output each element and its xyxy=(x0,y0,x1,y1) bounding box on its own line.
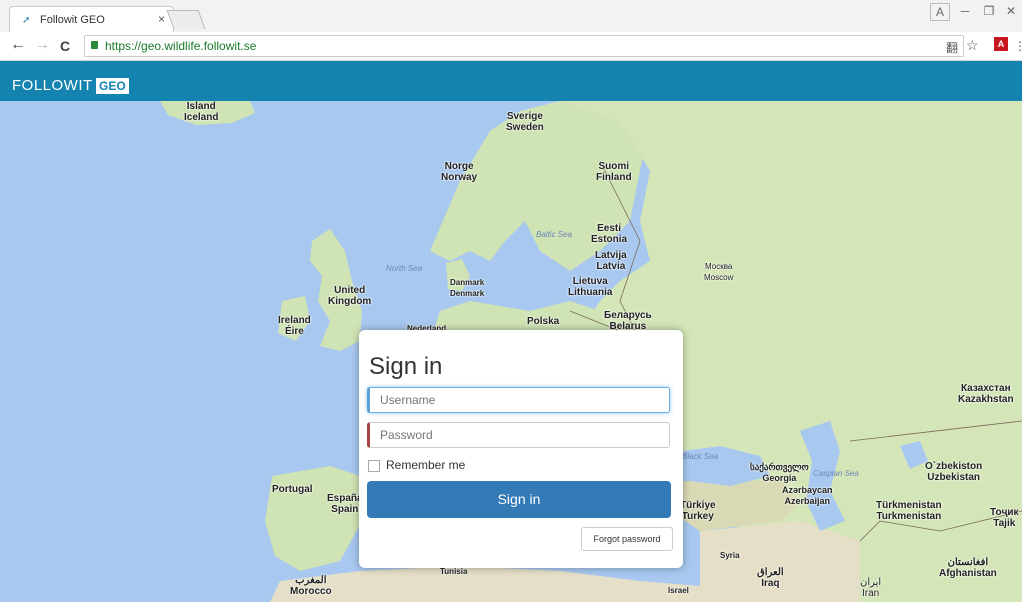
translate-icon[interactable]: 翻 xyxy=(946,39,958,56)
logo-text: FOLLOWIT xyxy=(12,77,93,94)
sea-label: Caspian Sea xyxy=(813,469,859,478)
sign-in-button[interactable]: Sign in xyxy=(367,481,671,518)
remember-me[interactable]: Remember me xyxy=(368,458,465,472)
restore-icon[interactable]: ❐ xyxy=(980,3,998,19)
country-label: Ísland Iceland xyxy=(184,101,219,123)
country-label: O`zbekiston Uzbekistan xyxy=(925,461,983,483)
reload-icon[interactable]: C xyxy=(60,38,70,54)
country-label: Suomi Finland xyxy=(596,161,632,183)
country-label: საქართველო Georgia xyxy=(750,462,809,483)
logo-badge: GEO xyxy=(96,78,129,94)
tab-title: Followit GEO xyxy=(40,14,105,26)
country-label: افغانستان Afghanistan xyxy=(939,557,997,579)
country-label: Latvija Latvia xyxy=(595,250,627,272)
minimize-icon[interactable]: ─ xyxy=(956,3,974,19)
country-label: Portugal xyxy=(272,484,313,495)
remember-me-checkbox[interactable] xyxy=(368,459,380,472)
sea-label: North Sea xyxy=(386,264,423,273)
profile-button[interactable]: A xyxy=(930,3,950,21)
country-label: Norge Norway xyxy=(441,161,478,183)
tab-close-icon[interactable]: × xyxy=(158,12,165,26)
country-label: Eesti Estonia xyxy=(591,223,628,245)
forgot-password-button[interactable]: Forgot password xyxy=(581,527,673,551)
new-tab-button[interactable] xyxy=(166,10,206,29)
lock-icon xyxy=(91,41,98,49)
city-label: Москва Moscow xyxy=(704,262,734,282)
followit-favicon-icon: ➚ xyxy=(22,15,31,26)
sign-in-title: Sign in xyxy=(369,353,443,380)
remember-me-label: Remember me xyxy=(386,458,466,472)
forward-icon[interactable]: → xyxy=(34,36,50,54)
country-label: ایران Iran xyxy=(860,577,882,599)
country-label: المغرب Morocco xyxy=(290,575,332,597)
back-icon[interactable]: ← xyxy=(10,36,26,54)
close-window-icon[interactable]: ✕ xyxy=(1004,3,1018,19)
country-label: España Spain xyxy=(327,493,363,515)
browser-tab[interactable]: ➚ Followit GEO × xyxy=(9,6,174,33)
country-label: Sverige Sweden xyxy=(506,111,544,133)
country-label: Беларусь Belarus xyxy=(604,310,652,332)
country-label: العراق Iraq xyxy=(757,567,784,589)
url-text: https://geo.wildlife.followit.se xyxy=(105,39,257,53)
sea-label: Baltic Sea xyxy=(536,230,573,239)
menu-icon[interactable]: ⋮ xyxy=(1014,39,1022,53)
browser-tab-bar: ➚ Followit GEO × A ─ ❐ ✕ xyxy=(0,0,1022,33)
username-input[interactable] xyxy=(367,387,670,413)
app-header: FOLLOWIT GEO xyxy=(0,61,1022,101)
bookmark-star-icon[interactable]: ☆ xyxy=(966,37,979,54)
country-label: Казахстан Kazakhstan xyxy=(958,383,1014,405)
country-label: Türkiye Turkey xyxy=(680,500,716,522)
country-label: Lietuva Lithuania xyxy=(568,276,613,298)
country-label: Azərbaycan Azerbaijan xyxy=(782,485,833,506)
address-bar[interactable]: https://geo.wildlife.followit.se xyxy=(84,35,964,57)
country-label: Danmark Denmark xyxy=(450,278,485,298)
password-input[interactable] xyxy=(367,422,670,448)
country-label: Israel xyxy=(668,586,689,595)
browser-toolbar: ← → C https://geo.wildlife.followit.se 翻… xyxy=(0,32,1022,61)
country-label: Ireland Éire xyxy=(278,315,311,337)
country-label: Syria xyxy=(720,551,740,560)
country-label: Türkmenistan Turkmenistan xyxy=(876,500,942,522)
country-label: United Kingdom xyxy=(328,285,372,307)
country-label: Polska xyxy=(527,316,560,327)
country-label: Тоҷик Tajik xyxy=(990,507,1019,529)
sign-in-panel: Sign in Remember me Sign in Forgot passw… xyxy=(359,330,683,568)
pdf-extension-icon[interactable]: A xyxy=(994,37,1008,51)
sea-label: Black Sea xyxy=(682,452,719,461)
